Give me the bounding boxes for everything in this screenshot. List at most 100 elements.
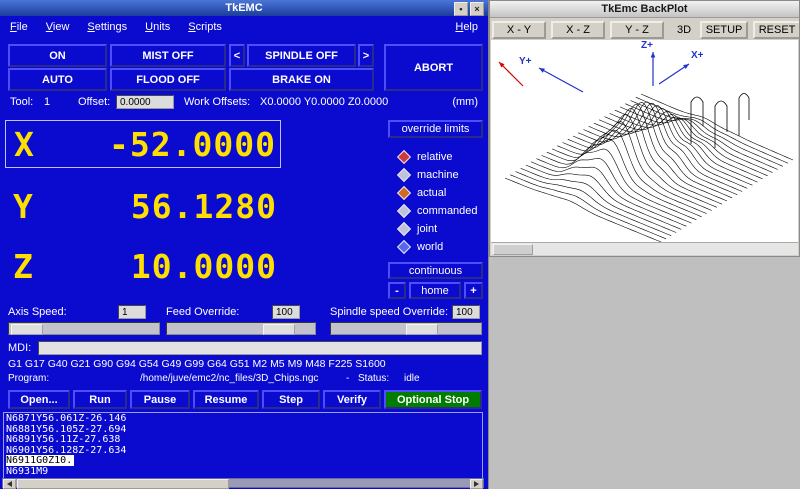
dro-z-letter: Z — [5, 247, 33, 286]
mode-auto-button[interactable]: AUTO — [8, 68, 107, 91]
scrollbar-thumb[interactable] — [17, 479, 229, 489]
menu-file[interactable]: File — [10, 21, 28, 33]
program-hscrollbar[interactable] — [2, 478, 484, 488]
work-offsets-label: Work Offsets: — [184, 96, 250, 108]
slider-thumb[interactable] — [406, 324, 438, 335]
radio-machine[interactable]: machine — [399, 168, 459, 182]
program-line: N6931M9 — [6, 467, 480, 478]
spindle-slower-button[interactable]: < — [229, 44, 245, 67]
offset-label: Offset: — [78, 96, 110, 108]
radio-indicator — [397, 186, 411, 200]
tkemc-titlebar[interactable]: TkEMC • × — [0, 0, 488, 16]
program-label: Program: — [8, 373, 49, 384]
mist-button[interactable]: MIST OFF — [110, 44, 226, 67]
scrollbar-thumb[interactable] — [493, 244, 533, 255]
override-limits-button[interactable]: override limits — [388, 120, 483, 138]
axis-speed-label: Axis Speed: — [8, 306, 67, 318]
feed-override-slider[interactable] — [166, 322, 316, 335]
optional-stop-button[interactable]: Optional Stop — [384, 390, 482, 409]
menu-scripts[interactable]: Scripts — [188, 21, 222, 33]
slider-thumb[interactable] — [263, 324, 295, 335]
tool-label: Tool: — [10, 96, 33, 108]
radio-relative[interactable]: relative — [399, 150, 452, 164]
pause-button[interactable]: Pause — [130, 390, 190, 409]
jog-plus-button[interactable]: + — [464, 282, 483, 299]
mdi-input[interactable] — [38, 341, 482, 355]
dro-axis-z[interactable]: Z 10.0000 — [5, 242, 281, 290]
step-button[interactable]: Step — [262, 390, 320, 409]
radio-label: actual — [417, 187, 446, 199]
jog-minus-button[interactable]: - — [388, 282, 406, 299]
units-indicator: (mm) — [452, 96, 478, 108]
close-button[interactable]: × — [470, 2, 484, 16]
flood-button[interactable]: FLOOD OFF — [110, 68, 226, 91]
tab-y-z[interactable]: Y - Z — [610, 21, 664, 39]
scroll-right-icon — [474, 481, 479, 487]
program-row: Program: /home/juve/emc2/nc_files/3D_Chi… — [0, 373, 488, 386]
radio-indicator — [397, 222, 411, 236]
tkemc-window: TkEMC • × File View Settings Units Scrip… — [0, 0, 489, 489]
radio-commanded[interactable]: commanded — [399, 204, 478, 218]
machine-on-button[interactable]: ON — [8, 44, 107, 67]
spindle-override-value[interactable]: 100 — [452, 305, 480, 319]
iconify-button[interactable]: • — [454, 2, 468, 16]
tab-x-z[interactable]: X - Z — [551, 21, 605, 39]
scroll-left-icon — [7, 481, 12, 487]
open-button[interactable]: Open... — [8, 390, 70, 409]
radio-indicator — [397, 168, 411, 182]
mdi-label: MDI: — [8, 342, 31, 354]
spindle-faster-button[interactable]: > — [358, 44, 374, 67]
backplot-window: TkEmc BackPlot X - Y X - Z Y - Z 3D SETU… — [489, 0, 800, 257]
jog-mode-select[interactable]: continuous — [388, 262, 483, 279]
tool-value: 1 — [44, 96, 50, 108]
run-button[interactable]: Run — [73, 390, 127, 409]
resume-button[interactable]: Resume — [193, 390, 259, 409]
radio-joint[interactable]: joint — [399, 222, 437, 236]
menu-help[interactable]: Help — [455, 21, 478, 33]
program-buttons: Open... Run Pause Resume Step Verify Opt… — [8, 390, 482, 409]
feed-override-label: Feed Override: — [166, 306, 239, 318]
backplot-titlebar[interactable]: TkEmc BackPlot — [490, 1, 799, 18]
axis-speed-value[interactable]: 1 — [118, 305, 146, 319]
setup-button[interactable]: SETUP — [700, 21, 748, 39]
tool-offsets-row: Tool: 1 Offset: 0.0000 Work Offsets: X0.… — [0, 95, 488, 110]
z-axis-label: Z+ — [641, 40, 653, 51]
y-axis-label: Y+ — [519, 56, 532, 67]
backplot-hscrollbar[interactable] — [491, 242, 798, 255]
radio-actual[interactable]: actual — [399, 186, 446, 200]
backplot-toolbar: X - Y X - Z Y - Z 3D SETUP RESET — [490, 18, 799, 42]
menu-view[interactable]: View — [46, 21, 70, 33]
tab-3d[interactable]: 3D — [677, 24, 691, 36]
work-offsets-value: X0.0000 Y0.0000 Z0.0000 — [260, 96, 388, 108]
program-listing[interactable]: N6871Y56.061Z-26.146 N6881Y56.105Z-27.69… — [3, 412, 483, 481]
reset-button[interactable]: RESET — [753, 21, 799, 39]
brake-button[interactable]: BRAKE ON — [229, 68, 374, 91]
dro-axis-y[interactable]: Y 56.1280 — [5, 182, 281, 230]
tab-x-y[interactable]: X - Y — [492, 21, 546, 39]
scroll-left-button[interactable] — [3, 479, 16, 489]
spindle-override-slider[interactable] — [330, 322, 482, 335]
slider-thumb[interactable] — [11, 324, 43, 335]
dro-y-value: 56.1280 — [131, 187, 281, 226]
menu-settings[interactable]: Settings — [87, 21, 127, 33]
verify-button[interactable]: Verify — [323, 390, 381, 409]
radio-label: joint — [417, 223, 437, 235]
axis-speed-slider[interactable] — [8, 322, 160, 335]
menubar: File View Settings Units Scripts Help — [0, 16, 488, 38]
scroll-right-button[interactable] — [470, 479, 483, 489]
menu-units[interactable]: Units — [145, 21, 170, 33]
status-value: idle — [404, 373, 420, 384]
backplot-canvas[interactable]: Z+ Y+ X+ — [491, 40, 798, 244]
spindle-button[interactable]: SPINDLE OFF — [247, 44, 356, 67]
dro-z-value: 10.0000 — [131, 247, 281, 286]
window-title: TkEMC — [225, 2, 262, 14]
radio-world[interactable]: world — [399, 240, 443, 254]
radio-indicator — [397, 240, 411, 254]
home-button[interactable]: home — [409, 282, 461, 299]
program-path: /home/juve/emc2/nc_files/3D_Chips.ngc — [140, 373, 318, 384]
tool-offset-entry[interactable]: 0.0000 — [116, 95, 174, 109]
dro-axis-x[interactable]: X -52.0000 — [5, 120, 281, 168]
active-gcodes: G1 G17 G40 G21 G90 G94 G54 G49 G99 G64 G… — [8, 358, 386, 370]
feed-override-value[interactable]: 100 — [272, 305, 300, 319]
abort-button[interactable]: ABORT — [384, 44, 483, 91]
